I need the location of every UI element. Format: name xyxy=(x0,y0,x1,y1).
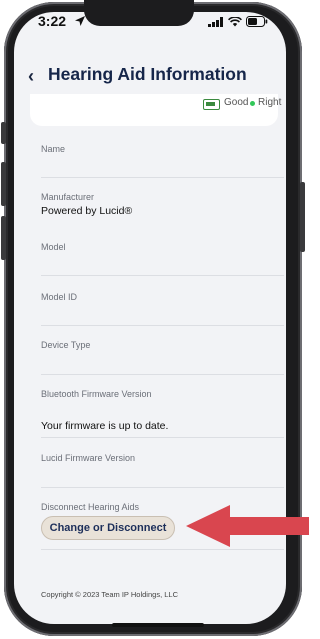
signal-icon xyxy=(208,16,223,27)
model-label: Model xyxy=(41,242,66,252)
change-or-disconnect-button[interactable]: Change or Disconnect xyxy=(41,516,175,540)
manufacturer-label: Manufacturer xyxy=(41,192,95,202)
back-chevron-icon[interactable]: ‹ xyxy=(28,66,34,87)
disconnect-label: Disconnect Hearing Aids xyxy=(41,502,140,512)
battery-status-card: Good Right xyxy=(30,94,282,126)
page: 3:22 ‹ Hearing Aid Information Good Righ… xyxy=(0,0,309,639)
model-id-label: Model ID xyxy=(41,292,78,302)
divider xyxy=(41,177,284,178)
annotation-arrow-icon xyxy=(186,505,309,547)
side-button xyxy=(300,182,305,252)
location-arrow-icon xyxy=(75,16,85,26)
divider xyxy=(41,275,284,276)
battery-icon xyxy=(246,16,268,27)
divider xyxy=(41,374,284,375)
right-side-dot-icon xyxy=(250,101,255,106)
side-label: Right xyxy=(258,97,282,108)
wifi-icon xyxy=(228,16,242,26)
battery-level-icon xyxy=(203,99,220,110)
battery-status-text: Good xyxy=(224,97,249,108)
copyright-text: Copyright © 2023 Team IP Holdings, LLC xyxy=(41,590,178,599)
divider xyxy=(41,325,284,326)
status-time: 3:22 xyxy=(38,13,67,29)
volume-up-button xyxy=(1,162,6,206)
firmware-status-text: Your firmware is up to date. xyxy=(41,420,169,432)
home-indicator xyxy=(112,623,204,627)
divider xyxy=(41,487,284,488)
notch xyxy=(84,0,194,26)
volume-down-button xyxy=(1,216,6,260)
manufacturer-value: Powered by Lucid® xyxy=(41,205,133,217)
divider xyxy=(41,437,284,438)
lucid-firmware-label: Lucid Firmware Version xyxy=(41,453,136,463)
mute-switch xyxy=(1,122,6,144)
bluetooth-firmware-label: Bluetooth Firmware Version xyxy=(41,389,152,399)
name-label: Name xyxy=(41,144,66,154)
divider xyxy=(41,549,284,550)
device-type-label: Device Type xyxy=(41,340,91,350)
page-title: Hearing Aid Information xyxy=(48,64,247,84)
status-icons xyxy=(208,16,268,27)
